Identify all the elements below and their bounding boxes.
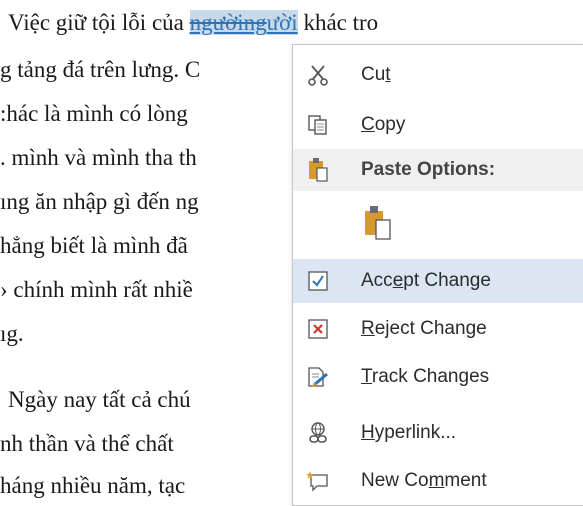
paste-options-header: Paste Options: xyxy=(293,149,583,191)
paste-keep-text-button-row xyxy=(293,193,583,253)
doc-line-11[interactable]: háng nhiều năm, tạc xyxy=(0,471,185,501)
paste-options-label: Paste Options: xyxy=(361,159,496,180)
menu-item-label: Reject Change xyxy=(361,318,487,339)
doc-line-3[interactable]: :hác là mình có lòng xyxy=(0,99,188,129)
menu-item-accept-change[interactable]: Accept Change xyxy=(293,259,583,303)
paste-keep-text-icon[interactable] xyxy=(361,204,395,242)
hyperlink-icon xyxy=(305,420,331,446)
menu-item-label: Cut xyxy=(361,64,391,85)
menu-item-label: Track Changes xyxy=(361,366,490,387)
menu-item-label: Accept Change xyxy=(361,270,491,291)
doc-line-8[interactable]: ıg. xyxy=(0,319,24,349)
doc-line-10[interactable]: nh thần và thể chất xyxy=(0,429,174,459)
menu-item-copy[interactable]: Copy xyxy=(293,103,583,147)
menu-item-new-comment[interactable]: New Comment xyxy=(293,459,583,503)
tracked-change-word[interactable]: ngườingười xyxy=(189,10,298,35)
menu-item-cut[interactable]: Cut xyxy=(293,53,583,97)
clipboard-icon xyxy=(305,157,331,183)
doc-line-5[interactable]: ıng ăn nhập gì đến ng xyxy=(0,187,199,217)
menu-item-track-changes[interactable]: Track Changes xyxy=(293,355,583,399)
menu-item-label: Hyperlink... xyxy=(361,422,457,443)
doc-line-6[interactable]: hẳng biết là mình đã xyxy=(0,231,188,261)
context-menu: Cut Copy Paste Options: Accept Change Re… xyxy=(292,44,583,506)
track-changes-icon xyxy=(305,364,331,390)
reject-change-icon xyxy=(305,316,331,342)
doc-line-9[interactable]: Ngày nay tất cả chú xyxy=(8,385,191,415)
doc-text: Việc giữ tội lỗi của xyxy=(8,10,190,35)
copy-icon xyxy=(305,112,331,138)
doc-line-1[interactable]: Việc giữ tội lỗi của ngườingười khác tro xyxy=(8,8,378,38)
doc-line-7[interactable]: › chính mình rất nhiề xyxy=(0,275,193,305)
accept-change-icon xyxy=(305,268,331,294)
menu-item-reject-change[interactable]: Reject Change xyxy=(293,307,583,351)
scissors-icon xyxy=(305,62,331,88)
new-comment-icon xyxy=(305,468,331,494)
menu-item-label: Copy xyxy=(361,114,406,135)
menu-item-label: New Comment xyxy=(361,470,487,491)
doc-text: khác tro xyxy=(297,10,379,35)
menu-item-hyperlink[interactable]: Hyperlink... xyxy=(293,411,583,455)
doc-line-4[interactable]: . mình và mình tha th xyxy=(0,143,197,173)
doc-line-2[interactable]: g tảng đá trên lưng. C xyxy=(0,55,200,85)
